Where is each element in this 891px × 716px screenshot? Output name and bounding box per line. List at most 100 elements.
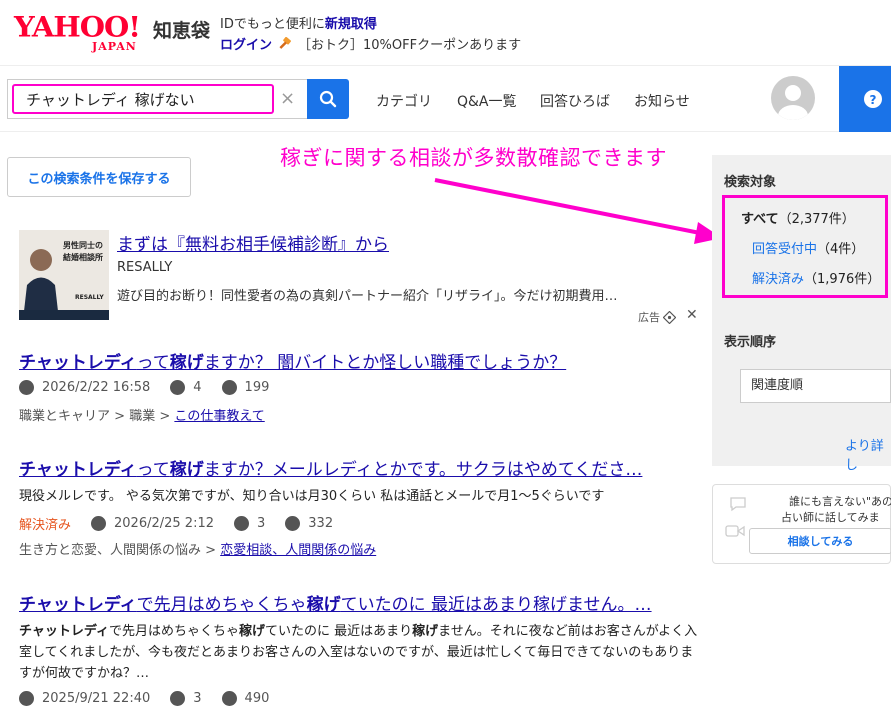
result-title-1[interactable]: チャットレディって稼げますか？ 闇バイトとか怪しい職種でしょうか？ bbox=[19, 348, 694, 373]
yahoo-japan-logo[interactable]: YAHOO! JAPAN bbox=[14, 10, 154, 54]
nav-category[interactable]: カテゴリ bbox=[376, 91, 432, 111]
filter-label: 回答受付中 bbox=[752, 242, 818, 257]
auction-hammer-icon bbox=[279, 36, 291, 49]
filter-count: （1,976件） bbox=[804, 272, 881, 287]
search-box: × bbox=[7, 79, 307, 119]
result-title-3[interactable]: チャットレディで先月はめちゃくちゃ稼げていたのに 最近はあまり稼げません。… bbox=[19, 590, 694, 615]
video-icon bbox=[725, 525, 745, 537]
promo-prefix: IDでもっと便利に bbox=[220, 17, 325, 32]
highlight-keyword: チャットレディ bbox=[19, 353, 137, 373]
filter-list: すべて（2,377件） 回答受付中（4件） 解決済み（1,976件） bbox=[722, 195, 888, 298]
filter-heading: 検索対象 bbox=[724, 175, 777, 190]
sort-heading: 表示順序 bbox=[724, 335, 777, 350]
breadcrumb-item[interactable]: 生き方と恋愛、人間関係の悩み bbox=[19, 543, 201, 558]
result-title-2[interactable]: チャットレディって稼げますか？メールレディとかです。サクラはやめてくださ… bbox=[19, 455, 694, 480]
highlight-keyword: 稼げ bbox=[238, 624, 265, 639]
text-segment: って bbox=[136, 460, 170, 480]
answers-icon bbox=[234, 516, 249, 531]
nav-answer-plaza[interactable]: 回答ひろば bbox=[540, 91, 610, 111]
annotation-arrow bbox=[434, 178, 722, 244]
help-button[interactable]: ? bbox=[839, 66, 891, 132]
category-link[interactable]: この仕事教えて bbox=[174, 409, 264, 424]
eye-icon bbox=[221, 691, 237, 706]
result-meta-3: 2025/9/21 22:40 3 490 bbox=[19, 691, 289, 706]
filter-label: すべて bbox=[741, 212, 779, 227]
result-views: 199 bbox=[244, 380, 270, 395]
breadcrumb: 職業とキャリア > 職業 > この仕事教えて bbox=[19, 409, 265, 424]
filter-all[interactable]: すべて（2,377件） bbox=[741, 208, 855, 227]
filter-label: 解決済み bbox=[752, 272, 805, 287]
text-segment: ていたのに 最近はあまり bbox=[265, 624, 413, 639]
header: YAHOO! JAPAN 知恵袋 IDでもっと便利に新規取得 ログイン ［おトク… bbox=[0, 0, 891, 66]
question-bubble-icon: ? bbox=[864, 90, 882, 108]
nav-news[interactable]: お知らせ bbox=[634, 91, 690, 111]
card-line-1: 誰にも言えない"あの bbox=[789, 495, 891, 508]
highlight-keyword: 稼げ bbox=[412, 624, 439, 639]
logo-japan: JAPAN bbox=[92, 40, 137, 53]
nav-qa-list[interactable]: Q&A一覧 bbox=[457, 91, 517, 111]
ad-image-brand: RESALLY bbox=[75, 294, 104, 301]
advanced-search-link[interactable]: より詳し bbox=[845, 435, 891, 473]
card-line-2: 占い師に話してみま bbox=[781, 511, 880, 524]
clock-icon bbox=[91, 516, 107, 531]
text-segment: って bbox=[136, 353, 170, 373]
eye-icon bbox=[285, 516, 301, 531]
highlight-keyword: チャットレディ bbox=[19, 624, 109, 639]
svg-text:?: ? bbox=[870, 93, 877, 107]
user-icon bbox=[778, 85, 808, 120]
result-date: 2026/2/25 2:12 bbox=[114, 516, 214, 531]
result-answers: 3 bbox=[257, 516, 266, 531]
breadcrumb: 生き方と恋愛、人間関係の悩み > 恋愛相談、人間関係の悩み bbox=[19, 543, 377, 558]
result-snippet-2: 現役メルレです。 やる気次第ですが、知り合いは月30くらい 私は通話とメールで月… bbox=[19, 489, 605, 504]
login-link[interactable]: ログイン bbox=[220, 34, 272, 53]
ad-image-line2: 結婚相談所 bbox=[63, 253, 103, 262]
ad-image-line1: 男性同士の bbox=[63, 241, 103, 250]
result-views: 332 bbox=[308, 516, 334, 531]
text-segment: ますか？ 闇バイトとか怪しい職種でしょうか？ bbox=[203, 353, 567, 373]
highlight-keyword: 稼げ bbox=[169, 353, 204, 373]
eye-icon bbox=[221, 380, 237, 395]
highlight-keyword: 稼げ bbox=[306, 595, 341, 615]
fortune-card: 誰にも言えない"あの 占い師に話してみま 相談してみる bbox=[712, 484, 891, 564]
status-badge: 解決済み bbox=[19, 518, 72, 533]
filter-count: （4件） bbox=[817, 242, 865, 257]
search-button[interactable] bbox=[307, 79, 349, 119]
result-views: 490 bbox=[244, 691, 270, 706]
coupon-link[interactable]: ［おトク］10%OFFクーポンあります bbox=[298, 34, 521, 53]
ad-label[interactable]: 広告 bbox=[638, 309, 676, 325]
promo-line: IDでもっと便利に新規取得 bbox=[220, 13, 377, 32]
highlight-keyword: チャットレディ bbox=[19, 460, 137, 480]
service-name[interactable]: 知恵袋 bbox=[153, 16, 210, 43]
highlight-keyword: 稼げ bbox=[169, 460, 204, 480]
ad-title-link[interactable]: まずは『無料お相手候補診断』から bbox=[117, 230, 389, 255]
highlight-keyword: チャットレディ bbox=[19, 595, 137, 615]
ad-image[interactable]: 男性同士の 結婚相談所 RESALLY bbox=[19, 230, 109, 320]
ad-label-text: 広告 bbox=[638, 311, 660, 324]
chat-bubble-icon bbox=[730, 497, 746, 512]
ad-close-icon[interactable]: ✕ bbox=[686, 307, 698, 323]
register-link[interactable]: 新規取得 bbox=[325, 17, 377, 32]
sort-select[interactable]: 関連度順 bbox=[740, 369, 891, 403]
search-bar-row: × カテゴリ Q&A一覧 回答ひろば お知らせ ? bbox=[0, 66, 891, 132]
filter-open[interactable]: 回答受付中（4件） bbox=[752, 238, 864, 257]
clear-icon[interactable]: × bbox=[280, 88, 295, 109]
search-input[interactable] bbox=[12, 84, 274, 114]
filter-solved[interactable]: 解決済み（1,976件） bbox=[752, 268, 880, 287]
text-segment: ますか？メールレディとかです。サクラはやめてくださ… bbox=[203, 460, 643, 480]
search-icon bbox=[319, 90, 337, 108]
ad-info-icon bbox=[663, 310, 676, 324]
filter-count: （2,377件） bbox=[778, 212, 855, 227]
logo-yahoo: YAHOO! bbox=[14, 10, 141, 44]
save-search-button[interactable]: この検索条件を保存する bbox=[7, 157, 191, 197]
result-snippet-3: チャットレディで先月はめちゃくちゃ稼げていたのに 最近はあまり稼げません。それに… bbox=[19, 621, 699, 684]
breadcrumb-item[interactable]: 職業とキャリア bbox=[19, 409, 110, 424]
consult-button[interactable]: 相談してみる bbox=[749, 528, 891, 554]
result-answers: 4 bbox=[193, 380, 202, 395]
result-meta-1: 2026/2/22 16:58 4 199 bbox=[19, 380, 289, 395]
category-link[interactable]: 恋愛相談、人間関係の悩み bbox=[220, 543, 376, 558]
ad-advertiser: RESALLY bbox=[117, 260, 173, 275]
avatar[interactable] bbox=[771, 76, 815, 120]
breadcrumb-item[interactable]: 職業 bbox=[129, 409, 155, 424]
clock-icon bbox=[19, 380, 34, 395]
annotation-text: 稼ぎに関する相談が多数散確認できます bbox=[280, 146, 667, 170]
